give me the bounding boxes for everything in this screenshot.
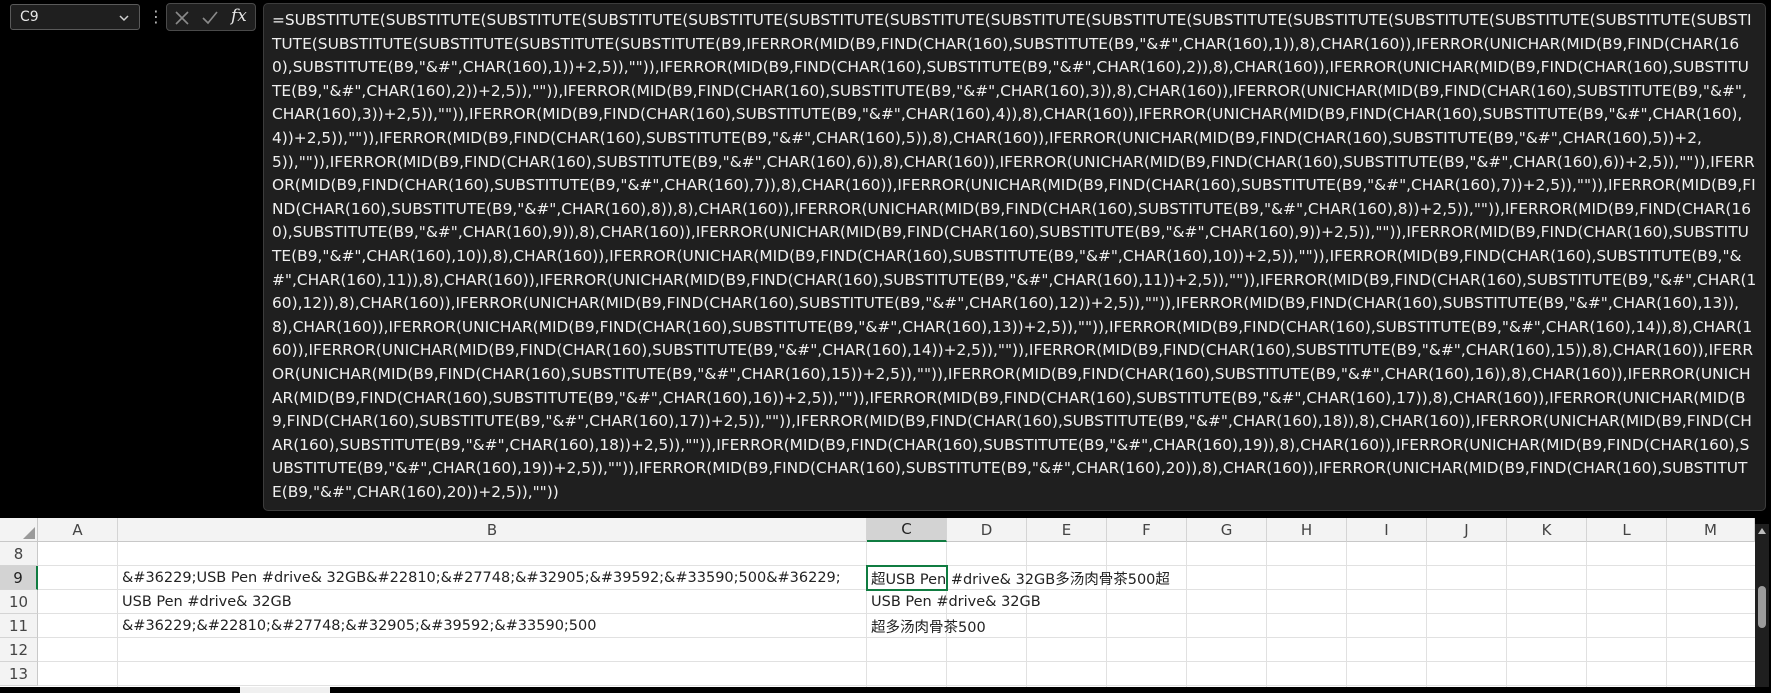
column-header-k[interactable]: K <box>1507 518 1587 542</box>
row-header-9[interactable]: 9 <box>0 566 38 590</box>
chevron-down-icon[interactable] <box>118 12 130 24</box>
column-header-j[interactable]: J <box>1427 518 1507 542</box>
column-header-c[interactable]: C <box>867 518 947 542</box>
column-header-g[interactable]: G <box>1187 518 1267 542</box>
gridline <box>1426 542 1427 693</box>
more-options-icon[interactable]: ⋮ <box>148 6 164 28</box>
column-header-m[interactable]: M <box>1667 518 1755 542</box>
row-header-8[interactable]: 8 <box>0 542 38 566</box>
column-header-b[interactable]: B <box>118 518 867 542</box>
gridline <box>1586 542 1587 693</box>
column-header-a[interactable]: A <box>38 518 118 542</box>
column-header-f[interactable]: F <box>1107 518 1187 542</box>
column-header-i[interactable]: I <box>1347 518 1427 542</box>
column-header-h[interactable]: H <box>1267 518 1347 542</box>
formula-input[interactable]: =SUBSTITUTE(SUBSTITUTE(SUBSTITUTE(SUBSTI… <box>263 3 1766 511</box>
sheet-tab-strip <box>0 687 1771 693</box>
sheet-tab[interactable] <box>240 687 330 693</box>
cancel-icon[interactable] <box>173 9 191 27</box>
select-all-corner[interactable] <box>0 518 38 542</box>
gridline <box>1266 542 1267 693</box>
column-header-l[interactable]: L <box>1587 518 1667 542</box>
row-header-13[interactable]: 13 <box>0 662 38 686</box>
gridline <box>38 685 1755 686</box>
formula-bar-area: C9 ⋮ fx =SUBSTITUTE(SUBSTITUTE(SUBSTITUT… <box>0 0 1771 515</box>
scrollbar-thumb[interactable] <box>1758 586 1766 628</box>
cell-b10[interactable]: USB Pen #drive& 32GB <box>118 590 867 614</box>
row-header-11[interactable]: 11 <box>0 614 38 638</box>
column-header-e[interactable]: E <box>1027 518 1107 542</box>
scroll-up-icon[interactable] <box>1757 526 1767 536</box>
gridline <box>38 661 1755 662</box>
row-header-10[interactable]: 10 <box>0 590 38 614</box>
formula-buttons: fx <box>166 3 256 31</box>
gridline <box>1666 542 1667 693</box>
cell-b9[interactable]: &#36229;USB Pen #drive& 32GB&#22810;&#27… <box>118 566 867 590</box>
insert-function-icon[interactable]: fx <box>231 6 247 26</box>
name-box-value: C9 <box>20 9 39 25</box>
column-header-d[interactable]: D <box>947 518 1027 542</box>
select-all-triangle-icon <box>23 527 35 539</box>
cell-c11[interactable]: 超多汤肉骨茶500 <box>867 614 1197 638</box>
spreadsheet-grid: A B C D E F G H I J K L M 8 9 10 11 12 1… <box>0 518 1755 693</box>
confirm-icon[interactable] <box>201 9 219 27</box>
gridline <box>1346 542 1347 693</box>
cell-c10[interactable]: USB Pen #drive& 32GB <box>867 590 1197 614</box>
cell-b11[interactable]: &#36229;&#22810;&#27748;&#32905;&#39592;… <box>118 614 867 638</box>
gridline <box>1506 542 1507 693</box>
vertical-scrollbar[interactable] <box>1755 524 1769 693</box>
name-box[interactable]: C9 <box>10 4 140 30</box>
active-cell-c9[interactable] <box>866 565 948 591</box>
row-header-12[interactable]: 12 <box>0 638 38 662</box>
